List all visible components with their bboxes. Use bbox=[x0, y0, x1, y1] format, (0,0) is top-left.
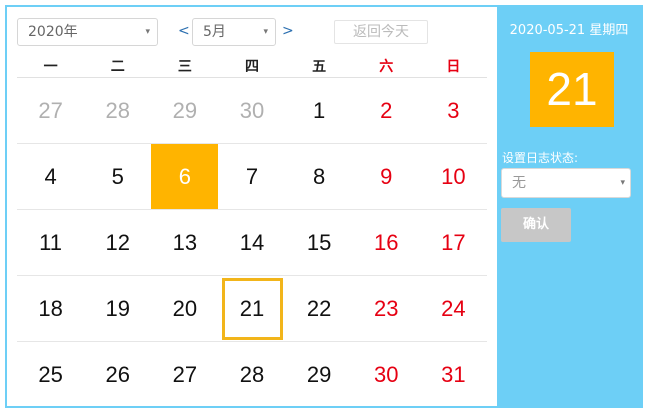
confirm-button[interactable]: 确认 bbox=[501, 208, 571, 242]
day-cell[interactable]: 23 bbox=[352, 276, 420, 342]
day-cell[interactable]: 19 bbox=[84, 276, 152, 342]
day-cell[interactable]: 17 bbox=[419, 210, 487, 276]
year-select-value: 2020年 bbox=[28, 24, 78, 40]
day-cell[interactable]: 7 bbox=[218, 144, 286, 210]
calendar-widget: 2020年 ▾ < 5月 ▾ > 返回今天 一二三四五六日 27 28 29 30 1 2… bbox=[5, 5, 643, 408]
day-grid: 27 28 29 30 1 2 3 4 5 6 7 8 9 10 11 12 13 14 15 16 17 18 19 20 2… bbox=[17, 78, 487, 408]
day-cell[interactable]: 9 bbox=[352, 144, 420, 210]
day-cell[interactable]: 26 bbox=[84, 342, 151, 408]
next-month-arrow-icon[interactable]: > bbox=[282, 21, 294, 41]
weekday-label: 四 bbox=[244, 59, 259, 75]
weekday-label: 日 bbox=[446, 59, 461, 75]
day-cell[interactable]: 3 bbox=[419, 78, 487, 144]
day-cell[interactable]: 27 bbox=[17, 78, 85, 144]
weekday-label: 三 bbox=[177, 59, 192, 75]
day-cell[interactable]: 20 bbox=[151, 276, 219, 342]
day-cell[interactable]: 5 bbox=[84, 144, 152, 210]
back-to-today-button[interactable]: 返回今天 bbox=[334, 20, 428, 44]
weekday-header: 一二三四五六日 bbox=[17, 57, 487, 77]
calendar-toolbar: 2020年 ▾ < 5月 ▾ > 返回今天 bbox=[7, 7, 497, 57]
log-status-label: 设置日志状态: bbox=[502, 151, 579, 165]
day-cell[interactable]: 29 bbox=[286, 342, 353, 408]
day-cell[interactable]: 10 bbox=[419, 144, 487, 210]
prev-month-arrow-icon[interactable]: < bbox=[178, 21, 190, 41]
day-cell[interactable]: 11 bbox=[17, 210, 85, 276]
day-cell[interactable]: 14 bbox=[218, 210, 286, 276]
weekday-label: 一 bbox=[43, 59, 58, 75]
chevron-down-icon: ▾ bbox=[263, 27, 268, 37]
day-cell[interactable]: 1 bbox=[285, 78, 353, 144]
day-cell[interactable]: 13 bbox=[151, 210, 219, 276]
day-cell[interactable]: 24 bbox=[419, 276, 487, 342]
day-cell[interactable]: 29 bbox=[151, 78, 219, 144]
selected-date-text: 2020-05-21 星期四 bbox=[509, 23, 629, 38]
day-cell[interactable]: 18 bbox=[17, 276, 85, 342]
weekday-label: 六 bbox=[379, 59, 394, 75]
day-cell[interactable]: 4 bbox=[17, 144, 85, 210]
big-day-number: 21 bbox=[530, 52, 614, 127]
side-panel: 2020-05-21 星期四 21 设置日志状态: 无 ▾ 确认 bbox=[497, 7, 641, 406]
day-cell[interactable]: 16 bbox=[352, 210, 420, 276]
day-cell[interactable]: 15 bbox=[285, 210, 353, 276]
weekday-label: 五 bbox=[312, 59, 327, 75]
day-cell[interactable]: 28 bbox=[84, 78, 152, 144]
day-cell[interactable]: 30 bbox=[218, 78, 286, 144]
log-status-select[interactable]: 无 ▾ bbox=[501, 168, 631, 198]
weekday-label: 二 bbox=[110, 59, 125, 75]
day-cell-today[interactable]: 21 bbox=[218, 276, 286, 342]
chevron-down-icon: ▾ bbox=[620, 178, 625, 188]
day-cell[interactable]: 12 bbox=[84, 210, 152, 276]
day-cell[interactable]: 25 bbox=[17, 342, 84, 408]
day-cell[interactable]: 31 bbox=[420, 342, 487, 408]
month-select-value: 5月 bbox=[203, 24, 226, 40]
day-cell[interactable]: 28 bbox=[218, 342, 285, 408]
day-cell-selected[interactable]: 6 bbox=[151, 144, 219, 210]
year-select[interactable]: 2020年 ▾ bbox=[17, 18, 158, 46]
day-cell[interactable]: 8 bbox=[285, 144, 353, 210]
day-cell[interactable]: 2 bbox=[352, 78, 420, 144]
day-cell[interactable]: 30 bbox=[353, 342, 420, 408]
month-select[interactable]: 5月 ▾ bbox=[192, 18, 276, 46]
log-status-value: 无 bbox=[512, 175, 526, 191]
day-cell[interactable]: 22 bbox=[285, 276, 353, 342]
chevron-down-icon: ▾ bbox=[145, 27, 150, 37]
day-cell[interactable]: 27 bbox=[151, 342, 218, 408]
